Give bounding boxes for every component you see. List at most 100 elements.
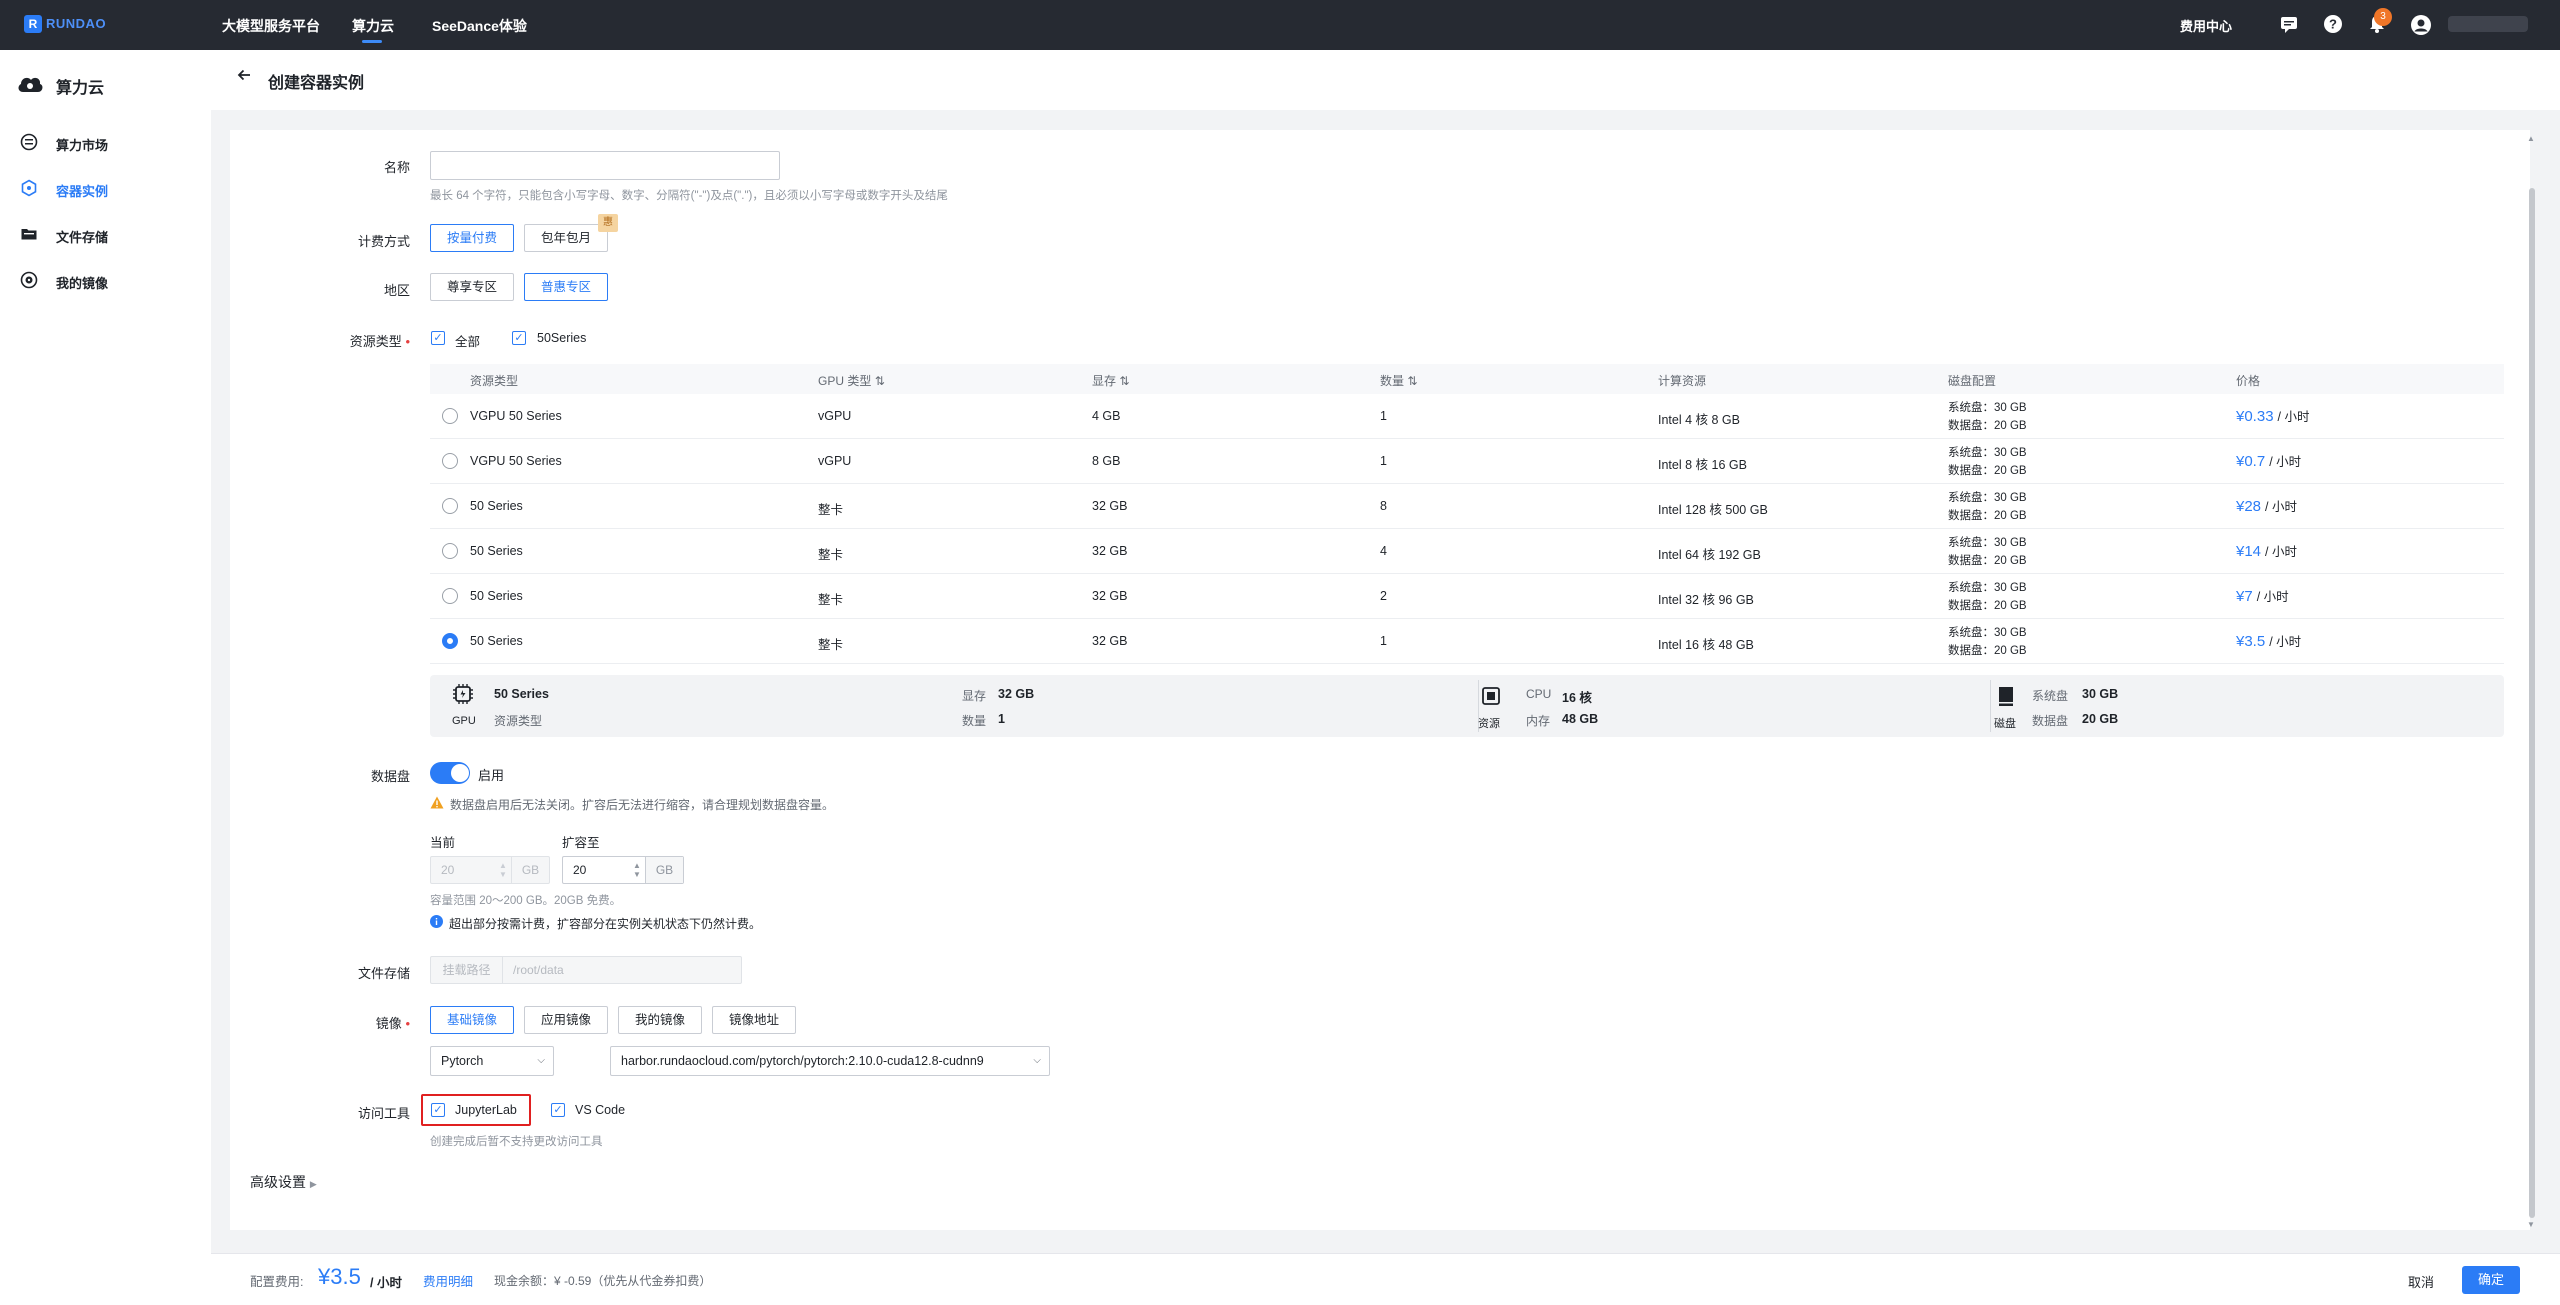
cloud-icon bbox=[16, 72, 44, 97]
advanced-settings-toggle[interactable]: 高级设置 ▶ bbox=[250, 1172, 317, 1192]
cancel-button[interactable]: 取消 bbox=[2408, 1272, 2434, 1291]
help-icon[interactable]: ? bbox=[2322, 14, 2344, 36]
avatar-icon[interactable] bbox=[2410, 14, 2432, 36]
page-title: 创建容器实例 bbox=[268, 75, 365, 92]
billing-subscription[interactable]: 包年包月 bbox=[524, 224, 608, 252]
row-vram: 32 GB bbox=[1092, 544, 1128, 558]
col-count[interactable]: 数量 ⇅ bbox=[1380, 372, 1417, 389]
selection-summary: GPU 50 Series 资源类型 显存 32 GB 数量 1 资源 CPU … bbox=[430, 675, 2504, 737]
summary-count-value: 1 bbox=[998, 712, 1005, 726]
table-row[interactable]: VGPU 50 Series vGPU 8 GB 1 Intel 8 核 16 GB 系统… bbox=[430, 439, 2504, 484]
nav-seedance[interactable]: SeeDance体验 bbox=[432, 16, 527, 36]
row-price-value: ¥7 bbox=[2236, 588, 2253, 605]
divider bbox=[1990, 680, 1991, 732]
image-tab-base[interactable]: 基础镜像 bbox=[430, 1006, 514, 1034]
scrollbar-thumb[interactable] bbox=[2529, 188, 2535, 1218]
scroll-down-icon[interactable]: ▼ bbox=[2527, 1220, 2535, 1229]
name-label: 名称 bbox=[383, 160, 410, 175]
back-arrow-icon[interactable] bbox=[236, 67, 252, 88]
filter-50series-label: 50Series bbox=[537, 331, 587, 345]
capacity-range-hint: 容量范围 20～200 GB。20GB 免费。 bbox=[430, 895, 622, 907]
resource-icon-label: 资源 bbox=[1478, 718, 1500, 730]
summary-vram-value: 32 GB bbox=[998, 687, 1035, 701]
row-radio[interactable] bbox=[442, 408, 458, 424]
row-resource-type: VGPU 50 Series bbox=[470, 409, 562, 423]
billing-center-link[interactable]: 费用中心 bbox=[2180, 16, 2232, 35]
row-radio[interactable] bbox=[442, 453, 458, 469]
stepper-icon[interactable]: ▲ ▼ bbox=[633, 861, 641, 879]
row-system-disk: 系统盘：30 GB bbox=[1948, 402, 2027, 414]
message-icon[interactable] bbox=[2278, 14, 2300, 36]
image-tab-mine[interactable]: 我的镜像 bbox=[618, 1006, 702, 1034]
sidebar-item-file-storage[interactable]: 文件存储 bbox=[56, 227, 108, 246]
row-compute: Intel 32 核 96 GB bbox=[1658, 593, 1754, 607]
filter-50series-checkbox[interactable]: ✓ bbox=[512, 331, 526, 345]
row-price-value: ¥0.33 bbox=[2236, 408, 2274, 425]
expand-size-label: 扩容至 bbox=[562, 836, 600, 850]
row-vram: 32 GB bbox=[1092, 589, 1128, 603]
sort-icon[interactable]: ⇅ bbox=[875, 374, 885, 388]
row-radio[interactable] bbox=[442, 633, 458, 649]
nav-llm-platform[interactable]: 大模型服务平台 bbox=[222, 16, 320, 36]
expand-size-input[interactable]: 20 ▲ ▼ GB bbox=[562, 856, 684, 884]
filter-all-checkbox[interactable]: ✓ bbox=[431, 331, 445, 345]
billing-label: 计费方式 bbox=[357, 234, 410, 249]
sidebar-item-containers[interactable]: 容器实例 bbox=[56, 181, 108, 200]
row-compute: Intel 128 核 500 GB bbox=[1658, 503, 1768, 517]
row-vram: 8 GB bbox=[1092, 454, 1121, 468]
table-row[interactable]: 50 Series 整卡 32 GB 4 Intel 64 核 192 GB 系统盘：30… bbox=[430, 529, 2504, 574]
summary-ram-key: 内存 bbox=[1526, 714, 1551, 728]
row-system-disk: 系统盘：30 GB bbox=[1948, 627, 2027, 639]
folder-icon bbox=[20, 225, 38, 243]
svg-text:?: ? bbox=[2329, 17, 2337, 32]
row-gpu-type: 整卡 bbox=[818, 548, 844, 562]
table-row[interactable]: VGPU 50 Series vGPU 4 GB 1 Intel 4 核 8 GB 系统盘… bbox=[430, 394, 2504, 439]
cost-detail-link[interactable]: 费用明细 bbox=[423, 1271, 473, 1290]
username-blurred[interactable] bbox=[2448, 16, 2528, 32]
row-count: 4 bbox=[1380, 544, 1387, 558]
col-vram[interactable]: 显存 ⇅ bbox=[1092, 372, 1129, 389]
region-premium[interactable]: 尊享专区 bbox=[430, 273, 514, 301]
table-row[interactable]: 50 Series 整卡 32 GB 8 Intel 128 核 500 GB 系统盘：3… bbox=[430, 484, 2504, 529]
col-gpu-type[interactable]: GPU 类型 ⇅ bbox=[818, 372, 885, 389]
row-radio[interactable] bbox=[442, 588, 458, 604]
row-radio[interactable] bbox=[442, 543, 458, 559]
vscode-checkbox[interactable]: ✓ bbox=[551, 1103, 565, 1117]
top-bar: R RUNDAO 大模型服务平台 算力云 SeeDance体验 费用中心 ? 3 bbox=[0, 0, 2560, 50]
sort-icon[interactable]: ⇅ bbox=[1119, 374, 1129, 388]
row-system-disk: 系统盘：30 GB bbox=[1948, 447, 2027, 459]
name-input[interactable] bbox=[430, 151, 780, 180]
row-resource-type: 50 Series bbox=[470, 544, 523, 558]
scroll-up-icon[interactable]: ▲ bbox=[2527, 134, 2535, 143]
mount-path-input: 挂载路径 /root/data bbox=[430, 956, 742, 984]
cost-label: 配置费用: bbox=[250, 1275, 304, 1289]
image-tab-address[interactable]: 镜像地址 bbox=[712, 1006, 796, 1034]
row-data-disk: 数据盘：20 GB bbox=[1948, 600, 2027, 612]
table-row[interactable]: 50 Series 整卡 32 GB 1 Intel 16 核 48 GB 系统盘：30 … bbox=[430, 619, 2504, 664]
jupyterlab-label: JupyterLab bbox=[455, 1103, 517, 1117]
table-row[interactable]: 50 Series 整卡 32 GB 2 Intel 32 核 96 GB 系统盘：30 … bbox=[430, 574, 2504, 619]
summary-vram-key: 显存 bbox=[962, 689, 987, 703]
sidebar-item-market[interactable]: 算力市场 bbox=[56, 135, 108, 154]
sort-icon[interactable]: ⇅ bbox=[1407, 374, 1417, 388]
row-resource-type: 50 Series bbox=[470, 634, 523, 648]
row-radio[interactable] bbox=[442, 498, 458, 514]
jupyterlab-checkbox[interactable]: ✓ bbox=[431, 1103, 445, 1117]
sidebar-item-my-images[interactable]: 我的镜像 bbox=[56, 273, 108, 292]
nav-compute-cloud[interactable]: 算力云 bbox=[352, 16, 394, 36]
table-header: 资源类型 GPU 类型 ⇅ 显存 ⇅ 数量 ⇅ 计算资源 磁盘配置 价格 bbox=[430, 364, 2504, 394]
row-data-disk: 数据盘：20 GB bbox=[1948, 555, 2027, 567]
billing-pay-as-you-go[interactable]: 按量付费 bbox=[430, 224, 514, 252]
nav-active-indicator bbox=[362, 40, 382, 43]
row-data-disk: 数据盘：20 GB bbox=[1948, 510, 2027, 522]
row-count: 1 bbox=[1380, 409, 1387, 423]
confirm-button[interactable]: 确定 bbox=[2462, 1266, 2520, 1294]
container-icon bbox=[20, 179, 38, 197]
image-tab-app[interactable]: 应用镜像 bbox=[524, 1006, 608, 1034]
logo-text: RUNDAO bbox=[46, 16, 107, 31]
col-resource-type: 资源类型 bbox=[470, 374, 519, 388]
image-address-select[interactable]: harbor.rundaocloud.com/pytorch/pytorch:2… bbox=[610, 1046, 1050, 1076]
chevron-down-icon: ⌵ bbox=[537, 1055, 545, 1066]
framework-select[interactable]: Pytorch ⌵ bbox=[430, 1046, 554, 1076]
region-standard[interactable]: 普惠专区 bbox=[524, 273, 608, 301]
